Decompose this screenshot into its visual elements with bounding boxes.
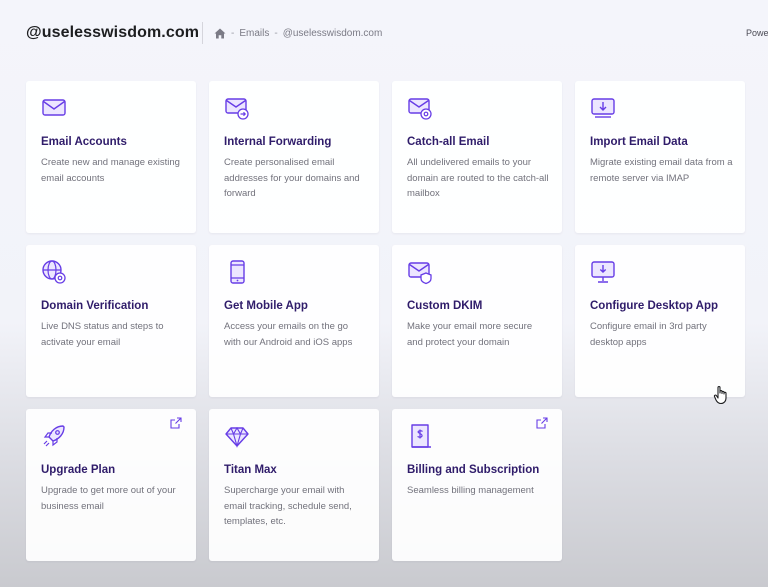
card-configure-desktop-app[interactable]: Configure Desktop App Configure email in… bbox=[575, 245, 745, 397]
external-link-icon[interactable] bbox=[170, 417, 182, 429]
breadcrumb-domain: @uselesswisdom.com bbox=[282, 28, 383, 39]
card-description: Configure email in 3rd party desktop app… bbox=[590, 321, 707, 348]
card-title: Get Mobile App bbox=[224, 300, 308, 312]
header-divider bbox=[202, 22, 203, 44]
card-title: Internal Forwarding bbox=[224, 136, 332, 148]
card-title: Titan Max bbox=[224, 464, 277, 476]
card-description: Seamless billing management bbox=[407, 485, 534, 496]
billing-icon bbox=[407, 423, 433, 449]
card-title: Custom DKIM bbox=[407, 300, 483, 312]
card-description: Supercharge your email with email tracki… bbox=[224, 485, 352, 527]
breadcrumb-separator: - bbox=[274, 28, 278, 39]
card-description: All undelivered emails to your domain ar… bbox=[407, 157, 549, 199]
breadcrumb-emails[interactable]: Emails bbox=[239, 28, 269, 39]
card-description: Create personalised email addresses for … bbox=[224, 157, 360, 199]
card-description: Live DNS status and steps to activate yo… bbox=[41, 321, 164, 348]
card-title: Upgrade Plan bbox=[41, 464, 116, 476]
card-get-mobile-app[interactable]: Get Mobile App Access your emails on the… bbox=[209, 245, 379, 397]
card-title: Email Accounts bbox=[41, 136, 127, 148]
card-description: Access your emails on the go with our An… bbox=[224, 321, 353, 348]
top-bar: @uselesswisdom.com - Emails - @uselesswi… bbox=[0, 0, 768, 68]
card-domain-verification[interactable]: Domain Verification Live DNS status and … bbox=[26, 245, 196, 397]
card-description: Upgrade to get more out of your business… bbox=[41, 485, 176, 512]
card-title: Domain Verification bbox=[41, 300, 149, 312]
breadcrumb: - Emails - @uselesswisdom.com bbox=[214, 28, 382, 39]
hand-cursor-icon bbox=[713, 385, 729, 405]
card-title: Billing and Subscription bbox=[407, 464, 540, 476]
mobile-phone-icon bbox=[224, 259, 250, 285]
import-mail-icon bbox=[590, 95, 616, 121]
card-upgrade-plan[interactable]: Upgrade Plan Upgrade to get more out of … bbox=[26, 409, 196, 561]
card-description: Create new and manage existing email acc… bbox=[41, 157, 180, 184]
card-email-accounts[interactable]: Email Accounts Create new and manage exi… bbox=[26, 81, 196, 233]
domain-title: @uselesswisdom.com bbox=[26, 24, 200, 41]
breadcrumb-separator: - bbox=[231, 28, 235, 39]
card-title: Import Email Data bbox=[590, 136, 688, 148]
globe-settings-icon bbox=[41, 259, 67, 285]
card-title: Configure Desktop App bbox=[590, 300, 718, 312]
card-description: Migrate existing email data from a remot… bbox=[590, 157, 733, 184]
card-titan-max[interactable]: Titan Max Supercharge your email with em… bbox=[209, 409, 379, 561]
mail-shield-icon bbox=[407, 259, 433, 285]
card-internal-forwarding[interactable]: Internal Forwarding Create personalised … bbox=[209, 81, 379, 233]
desktop-download-icon bbox=[590, 259, 616, 285]
powered-by-text: Powe bbox=[746, 28, 768, 38]
card-catch-all-email[interactable]: Catch-all Email All undelivered emails t… bbox=[392, 81, 562, 233]
card-billing-subscription[interactable]: Billing and Subscription Seamless billin… bbox=[392, 409, 562, 561]
diamond-icon bbox=[224, 423, 250, 449]
envelope-icon bbox=[41, 95, 67, 121]
rocket-icon bbox=[41, 423, 67, 449]
home-icon[interactable] bbox=[214, 28, 226, 39]
card-description: Make your email more secure and protect … bbox=[407, 321, 533, 348]
mail-settings-icon bbox=[407, 95, 433, 121]
external-link-icon[interactable] bbox=[536, 417, 548, 429]
card-custom-dkim[interactable]: Custom DKIM Make your email more secure … bbox=[392, 245, 562, 397]
card-import-email-data[interactable]: Import Email Data Migrate existing email… bbox=[575, 81, 745, 233]
forward-mail-icon bbox=[224, 95, 250, 121]
card-title: Catch-all Email bbox=[407, 136, 490, 148]
